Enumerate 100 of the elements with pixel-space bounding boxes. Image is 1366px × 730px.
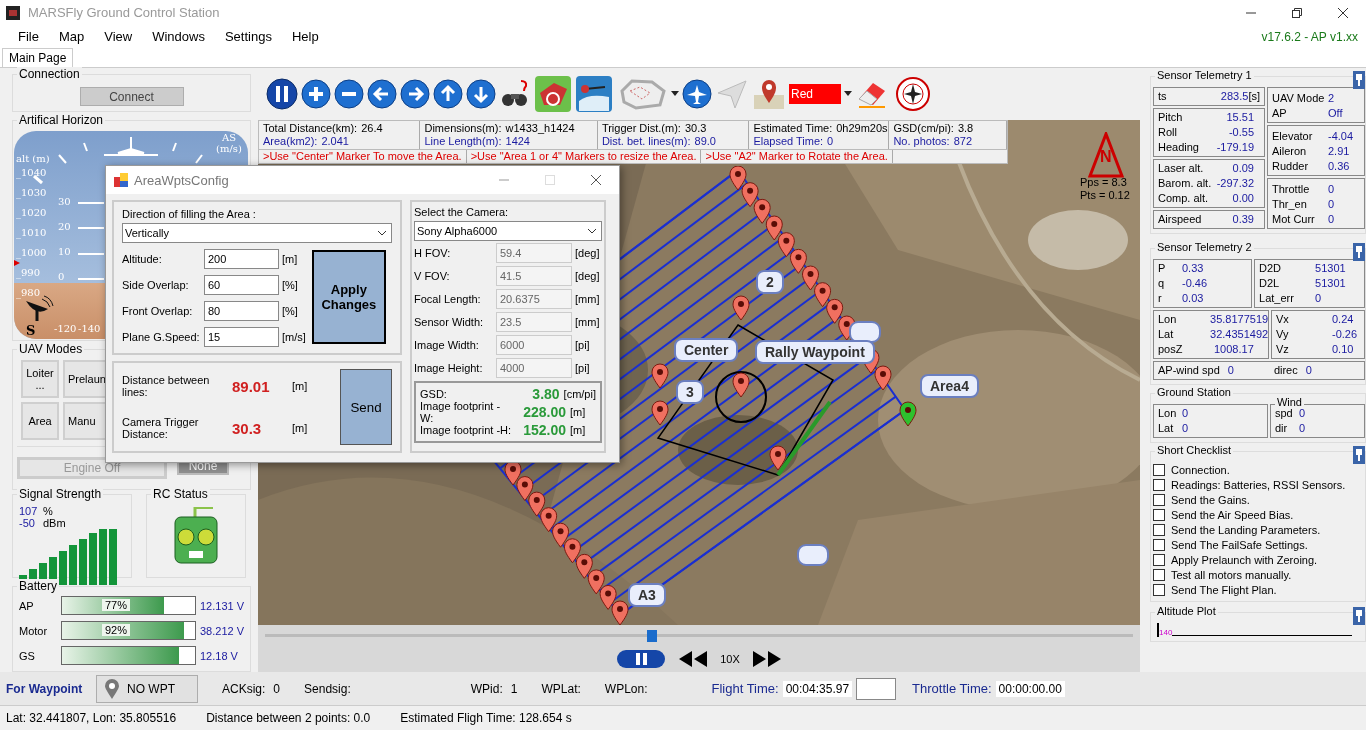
time-value: 00:04:35.97	[782, 680, 853, 697]
arrow-right-icon[interactable]	[400, 79, 430, 109]
field-label: Flight Time:	[711, 681, 779, 696]
input-field[interactable]: 200	[204, 248, 279, 269]
fast-forward-icon[interactable]	[751, 650, 782, 668]
field-value: 1	[510, 681, 518, 696]
waypoint-label[interactable]: 2	[756, 270, 784, 294]
waypoint-label[interactable]: A3	[628, 583, 666, 607]
map-area-icon[interactable]	[534, 75, 572, 113]
field-label: Plane G.Speed:	[122, 330, 201, 343]
pause-icon[interactable]	[266, 78, 298, 110]
field-label: Image footprint -W:	[420, 400, 502, 424]
compass-airplane-icon[interactable]	[894, 75, 932, 113]
zoom-in-icon[interactable]	[301, 79, 331, 109]
close-icon	[1338, 7, 1348, 18]
telemetry-label: q	[1158, 276, 1166, 291]
mode-button[interactable]: Area	[21, 401, 59, 440]
mode-button[interactable]: Loiter ...	[21, 359, 59, 398]
pin-icon[interactable]	[1353, 446, 1365, 464]
rewind-icon[interactable]	[678, 650, 709, 668]
direction-dropdown[interactable]: Vertically	[122, 223, 392, 243]
info-label: GSD(cm/pi):	[893, 122, 954, 135]
input-field[interactable]: 80	[204, 300, 279, 321]
map-pin-icon	[105, 678, 119, 699]
telemetry-value: 0.03	[1182, 291, 1205, 306]
pitch-tick: 20	[58, 220, 71, 232]
checkbox[interactable]	[1153, 478, 1165, 491]
unit-label: %	[43, 505, 54, 518]
field-label: Front Overlap:	[122, 304, 194, 317]
waypoint-button[interactable]: NO WPT	[96, 674, 198, 703]
checkbox[interactable]	[1153, 493, 1165, 506]
altitude-tick: _1030	[16, 186, 47, 198]
checkbox[interactable]	[1153, 523, 1165, 536]
pin-icon[interactable]	[1353, 243, 1365, 261]
arrow-left-icon[interactable]	[367, 79, 397, 109]
caret-icon[interactable]	[671, 91, 679, 97]
menu-item[interactable]: View	[94, 29, 143, 44]
waypoint-label[interactable]: Rally Waypoint	[755, 340, 875, 364]
map-pin-icon[interactable]	[752, 77, 786, 111]
checklist-item: Readings: Batteries, RSSI Sensors.	[1171, 478, 1346, 491]
apply-button[interactable]: Apply Changes	[311, 250, 386, 344]
telemetry-value: -0.46	[1182, 276, 1209, 291]
telemetry-label: Lon	[1158, 406, 1178, 421]
waypoint-label[interactable]: 3	[676, 380, 704, 404]
menu-item[interactable]: File	[8, 29, 49, 44]
telemetry-label: Vz	[1276, 342, 1290, 357]
pause-button-icon[interactable]	[616, 649, 667, 669]
slider-thumb[interactable]	[646, 630, 657, 642]
pin-icon[interactable]	[1353, 607, 1365, 625]
field-label: Side Overlap:	[122, 278, 190, 291]
waypoint-label[interactable]: Center	[674, 338, 739, 362]
telemetry-value: 0	[1328, 212, 1335, 227]
telemetry-value: 0	[1298, 421, 1306, 436]
group-title: UAV Modes	[17, 341, 85, 356]
telemetry-label: direc	[1273, 363, 1298, 378]
north-arrow-icon	[1088, 132, 1124, 178]
checkbox[interactable]	[1153, 508, 1165, 521]
airplane-icon[interactable]	[682, 79, 712, 109]
telemetry-value: 0	[1227, 363, 1234, 378]
input-field[interactable]: 15	[204, 326, 279, 347]
connect-button[interactable]: Connect	[79, 87, 184, 106]
caret-icon[interactable]	[844, 91, 852, 97]
field-label: Distance between lines:	[122, 374, 211, 398]
telemetry-label: Barom. alt.	[1158, 176, 1213, 191]
menu-item[interactable]: Map	[48, 29, 95, 44]
battery-voltage: 12.131 V	[200, 599, 245, 612]
telemetry-label: Pitch	[1158, 110, 1184, 125]
camera-dropdown[interactable]: Sony Alpha6000	[414, 221, 602, 241]
restore-icon	[1292, 7, 1302, 18]
field-label: Altitude:	[122, 252, 163, 265]
tab[interactable]: Main Page	[2, 48, 74, 67]
checkbox[interactable]	[1153, 538, 1165, 551]
color-dropdown[interactable]: Red	[789, 84, 841, 104]
menu-item[interactable]: Help	[281, 29, 329, 44]
telemetry-value: 2	[1328, 91, 1335, 106]
arrow-up-icon[interactable]	[433, 79, 463, 109]
checkbox[interactable]	[1153, 583, 1165, 596]
input-field[interactable]: 60	[204, 274, 279, 295]
unit-label: [mm]	[575, 292, 600, 305]
result-value: 89.01	[232, 377, 271, 395]
send-button[interactable]: Send	[340, 369, 392, 445]
waypoint-label[interactable]: Area4	[920, 374, 979, 398]
checkbox[interactable]	[1153, 553, 1165, 566]
compass-letter: N	[1100, 148, 1112, 166]
altitude-tick: _1020	[16, 206, 47, 218]
menu-item[interactable]: Windows	[142, 29, 215, 44]
field-label: H FOV:	[414, 246, 452, 259]
checkbox[interactable]	[1153, 568, 1165, 581]
close-icon	[591, 175, 601, 185]
pin-icon[interactable]	[1353, 71, 1365, 89]
telemetry-label: D2L	[1259, 276, 1281, 291]
menu-item[interactable]: Settings	[214, 29, 282, 44]
chevron-down-icon	[587, 228, 597, 234]
checkbox[interactable]	[1153, 463, 1165, 476]
telemetry-value: 0	[1315, 291, 1322, 306]
input-field[interactable]	[856, 677, 897, 700]
hint-text: >Use "A2" Marker to Rotate the Area.	[701, 150, 893, 163]
map-route-icon[interactable]	[575, 75, 613, 113]
zoom-out-icon[interactable]	[334, 79, 364, 109]
arrow-down-icon[interactable]	[466, 79, 496, 109]
